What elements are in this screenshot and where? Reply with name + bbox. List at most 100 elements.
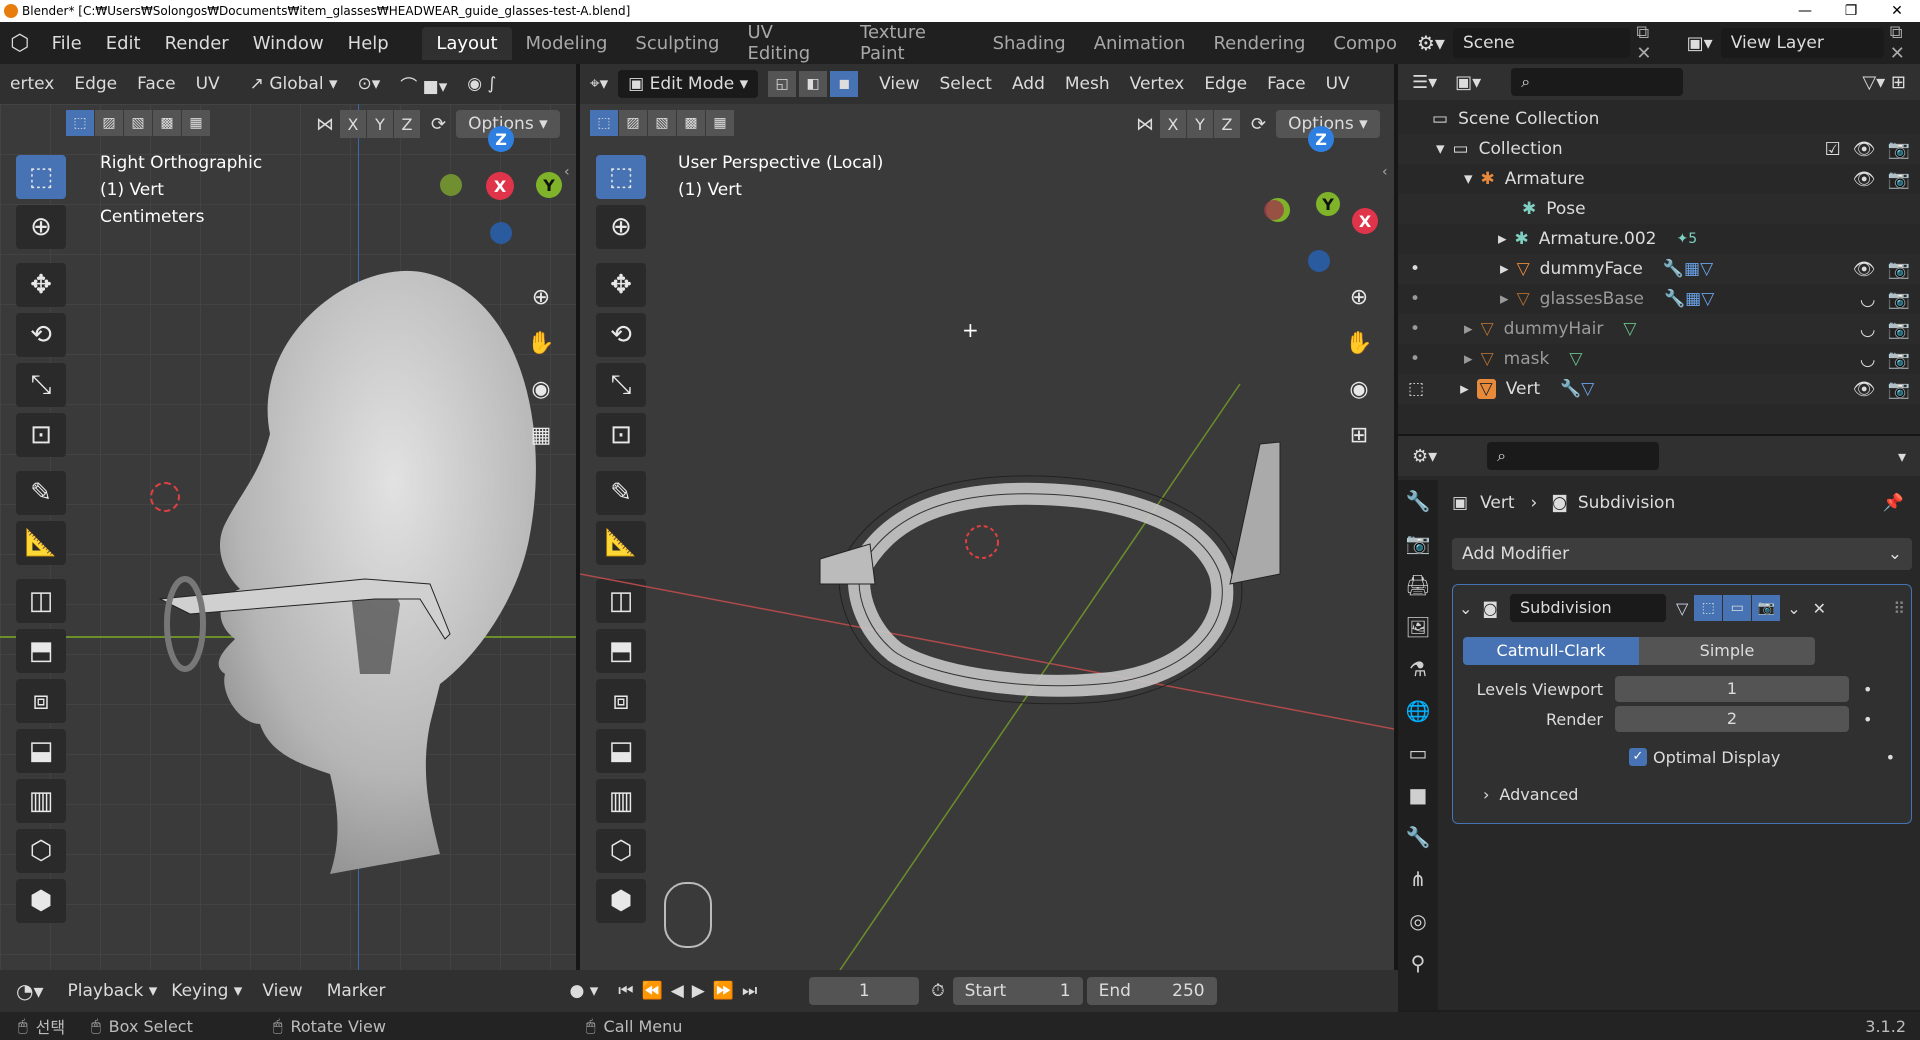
right-pan-hand-icon[interactable]: ✋ bbox=[1340, 324, 1378, 362]
start-frame-field[interactable]: Start 1 bbox=[952, 977, 1083, 1005]
vertex-select-icon[interactable]: ◱ bbox=[768, 71, 797, 97]
timeline-editor-icon[interactable]: ◔▾ bbox=[16, 979, 44, 1003]
properties-search-input[interactable]: ⌕ bbox=[1487, 442, 1660, 470]
left-axis-x[interactable]: X bbox=[340, 110, 366, 138]
pan-hand-icon[interactable]: ✋ bbox=[522, 324, 560, 362]
outliner-row-scene-collection[interactable]: ▭ Scene Collection bbox=[1398, 104, 1920, 134]
expand-arrow-icon[interactable]: ▾ bbox=[1436, 139, 1445, 159]
outliner-row-collection[interactable]: ▾ ▭ Collection ☑ 👁 📷 bbox=[1398, 134, 1920, 164]
gizmo-neg-y[interactable] bbox=[440, 174, 462, 196]
catmull-clark-button[interactable]: Catmull-Clark bbox=[1463, 637, 1639, 665]
select-box-icon[interactable]: ⬚ bbox=[16, 155, 66, 199]
outliner-search-input[interactable]: ⌕ bbox=[1511, 68, 1684, 96]
filter-icon[interactable]: ▽▾ ⊞ bbox=[1862, 72, 1906, 93]
physics-tab-icon[interactable]: ◎ bbox=[1409, 900, 1426, 942]
select-new-icon[interactable]: ⬚ bbox=[66, 110, 94, 136]
advanced-subpanel[interactable]: › Advanced bbox=[1483, 785, 1578, 804]
tab-uv-editing[interactable]: UV Editing bbox=[733, 16, 846, 70]
right-collapse-arrow-icon[interactable]: ‹ bbox=[1382, 164, 1388, 180]
render-camera-icon[interactable]: 📷 bbox=[1888, 379, 1910, 400]
right-gizmo-y-axis[interactable]: Y bbox=[1316, 192, 1340, 216]
left-menu-edge[interactable]: Edge bbox=[64, 74, 127, 94]
optimal-display-checkbox[interactable]: ✓ bbox=[1629, 748, 1647, 766]
edge-select-icon[interactable]: ◧ bbox=[799, 71, 828, 97]
add-modifier-dropdown[interactable]: Add Modifier ⌄ bbox=[1452, 538, 1912, 570]
menu-render[interactable]: Render bbox=[153, 33, 241, 54]
knife-icon[interactable]: ⬡ bbox=[16, 829, 66, 873]
left-menu-face[interactable]: Face bbox=[127, 74, 185, 94]
playback-controls[interactable]: ⏮⏪◀▶⏩⏭ bbox=[618, 981, 765, 1001]
display-mode-icon[interactable]: ▣▾ bbox=[1455, 72, 1481, 93]
menu-window[interactable]: Window bbox=[241, 33, 336, 54]
left-menu-vertex[interactable]: ertex bbox=[0, 74, 64, 94]
editor-type-icon[interactable]: ⌖▾ bbox=[580, 74, 618, 94]
properties-options-icon[interactable]: ▾ bbox=[1898, 447, 1906, 466]
tab-layout[interactable]: Layout bbox=[422, 26, 512, 60]
simple-button[interactable]: Simple bbox=[1639, 637, 1815, 665]
right-zoom-icon[interactable]: ⊕ bbox=[1340, 278, 1378, 316]
scene-icon[interactable]: ⚙▾ bbox=[1417, 31, 1445, 55]
eye-closed-icon[interactable]: ◡ bbox=[1860, 289, 1876, 310]
expand-arrow-icon[interactable]: ▸ bbox=[1464, 349, 1473, 369]
marker-menu[interactable]: Marker bbox=[327, 981, 386, 1001]
record-icon[interactable]: ● ▾ bbox=[569, 981, 598, 1001]
scene-selector[interactable]: Scene bbox=[1452, 28, 1631, 58]
right-menu-select[interactable]: Select bbox=[930, 74, 1002, 94]
render-camera-icon[interactable]: 📷 bbox=[1888, 349, 1910, 370]
keying-menu[interactable]: Keying ▾ bbox=[171, 981, 242, 1001]
eye-icon[interactable]: 👁 bbox=[1853, 379, 1876, 400]
restore-button[interactable]: ❐ bbox=[1828, 0, 1874, 22]
new-view-layer-icon[interactable]: ⧉ ✕ bbox=[1890, 22, 1920, 64]
expand-arrow-icon[interactable]: ▸ bbox=[1500, 289, 1509, 309]
right-menu-edge[interactable]: Edge bbox=[1194, 74, 1257, 94]
tab-modeling[interactable]: Modeling bbox=[512, 27, 622, 60]
right-menu-mesh[interactable]: Mesh bbox=[1055, 74, 1120, 94]
auto-merge-icon[interactable]: ⟳ bbox=[431, 114, 446, 135]
modifier-tab-icon[interactable]: 🔧 bbox=[1406, 816, 1431, 858]
right-menu-view[interactable]: View bbox=[869, 74, 929, 94]
keyframe-dot-icon[interactable]: • bbox=[1886, 748, 1895, 767]
constraints-tab-icon[interactable]: ⚲ bbox=[1411, 942, 1426, 984]
end-frame-field[interactable]: End 250 bbox=[1086, 977, 1217, 1005]
expand-arrow-icon[interactable]: ▸ bbox=[1464, 319, 1473, 339]
levels-viewport-field[interactable]: 1 bbox=[1615, 676, 1849, 702]
left-menu-uv[interactable]: UV bbox=[186, 74, 230, 94]
world-tab-icon[interactable]: 🌐 bbox=[1406, 690, 1431, 732]
pin-icon[interactable]: 📌 bbox=[1883, 493, 1904, 513]
left-viewport[interactable]: ⬚ ▨ ▧ ▩ ▦ ⋈ X Y Z ⟳ Options ▾ Right Orth… bbox=[0, 104, 576, 970]
cursor-icon[interactable]: ⊕ bbox=[16, 205, 66, 249]
select-invert-icon[interactable]: ▩ bbox=[153, 110, 181, 136]
tab-sculpting[interactable]: Sculpting bbox=[621, 27, 733, 60]
render-camera-icon[interactable]: 📷 bbox=[1888, 139, 1910, 160]
snap-icon[interactable]: ⌒ ■▾ bbox=[390, 72, 457, 97]
add-cube-icon[interactable]: ◫ bbox=[16, 579, 66, 623]
gizmo-x-axis[interactable]: X bbox=[486, 172, 514, 200]
proportional-edit-icon[interactable]: ◉ ∫ bbox=[457, 74, 506, 94]
pivot-icon[interactable]: ⊙▾ bbox=[348, 74, 391, 94]
expand-arrow-icon[interactable]: ▸ bbox=[1500, 259, 1509, 279]
right-viewport[interactable]: ⬚ ▨ ▧ ▩ ▦ ⋈ X Y Z ⟳ Options ▾ User Persp… bbox=[580, 104, 1394, 970]
right-gizmo-neg-x[interactable] bbox=[1264, 200, 1284, 220]
right-gizmo-x-axis[interactable]: X bbox=[1352, 208, 1378, 234]
rotate-icon[interactable]: ⟲ bbox=[16, 313, 66, 357]
render-camera-icon[interactable]: 📷 bbox=[1888, 169, 1910, 190]
outliner-row-vert[interactable]: ⬚ ▸ ▽ Vert 🔧▽ 👁 📷 bbox=[1398, 374, 1920, 404]
bevel-icon[interactable]: ⬓ bbox=[16, 729, 66, 773]
checkbox-icon[interactable]: ☑ bbox=[1825, 139, 1841, 160]
eye-closed-icon[interactable]: ◡ bbox=[1860, 349, 1876, 370]
left-axis-z[interactable]: Z bbox=[394, 110, 420, 138]
transform-icon[interactable]: ⊡ bbox=[16, 413, 66, 457]
properties-type-icon[interactable]: ⚙▾ bbox=[1412, 446, 1437, 467]
render-levels-field[interactable]: 2 bbox=[1615, 706, 1849, 732]
annotate-icon[interactable]: ✎ bbox=[16, 471, 66, 515]
modifier-menu-chevron-icon[interactable]: ⌄ bbox=[1787, 599, 1800, 618]
gizmo-z-axis[interactable]: Z bbox=[488, 126, 514, 152]
menu-edit[interactable]: Edit bbox=[94, 33, 153, 54]
render-camera-icon[interactable]: 📷 bbox=[1888, 289, 1910, 310]
right-menu-vertex[interactable]: Vertex bbox=[1120, 74, 1195, 94]
gizmo-y-axis[interactable]: Y bbox=[536, 172, 562, 198]
outliner-row-dummyhair[interactable]: • ▸ ▽ dummyHair ▽ ◡ 📷 bbox=[1398, 314, 1920, 344]
tab-rendering[interactable]: Rendering bbox=[1199, 27, 1319, 60]
transform-orientation-dropdown[interactable]: ↗ Global ▾ bbox=[240, 74, 348, 94]
right-gizmo-neg-z[interactable] bbox=[1308, 250, 1330, 272]
